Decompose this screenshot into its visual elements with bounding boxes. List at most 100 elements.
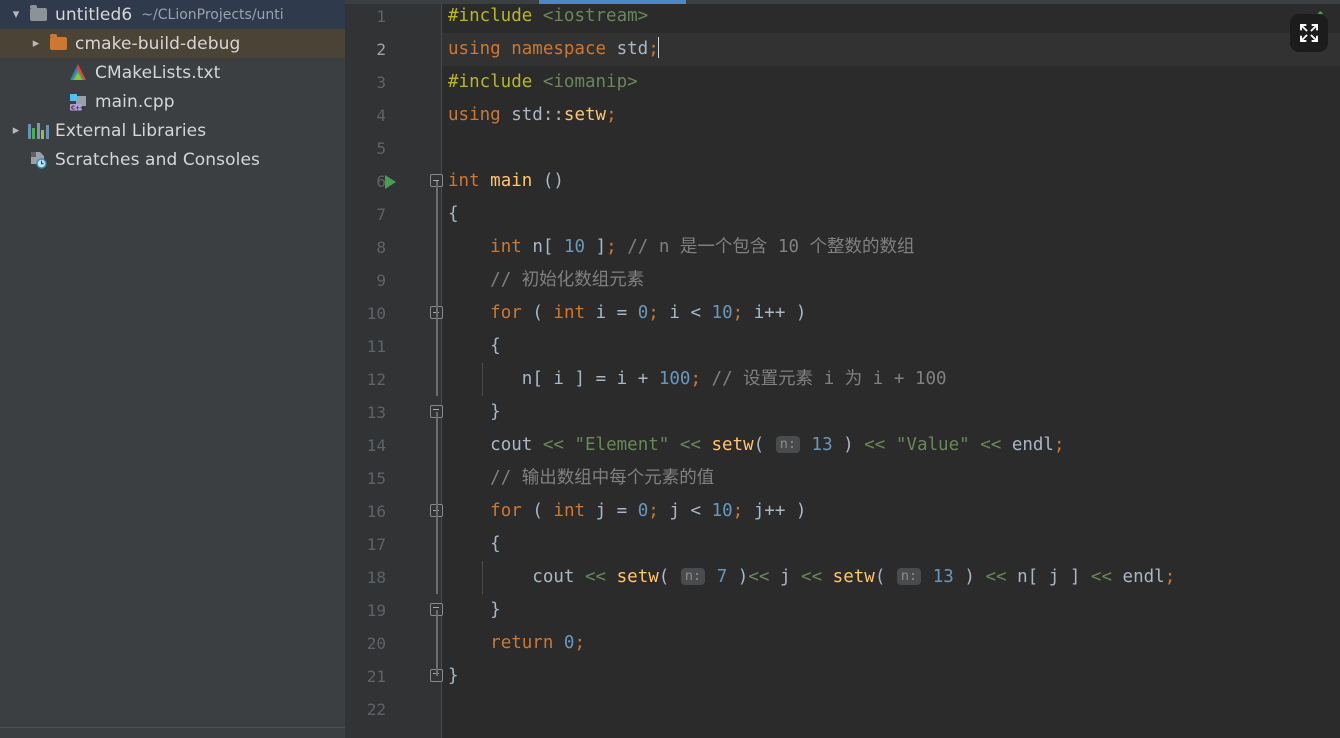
code-editor[interactable]: 1 #include <iostream> 2 using namespace … (345, 0, 1340, 738)
fold-guide-line (436, 264, 438, 297)
code-text[interactable] (442, 132, 1340, 165)
code-text[interactable]: return 0; (442, 627, 1340, 660)
line-number: 17 (366, 535, 386, 554)
chevron-down-icon[interactable]: ▾ (6, 8, 26, 21)
line-number: 7 (376, 205, 386, 224)
editor-tab-strip (345, 0, 1340, 4)
text-caret (657, 37, 660, 58)
fold-guide-line (436, 231, 438, 264)
line-number: 21 (366, 667, 386, 686)
code-text[interactable]: #include <iomanip> (442, 66, 1340, 99)
code-text[interactable]: int main () (442, 165, 1340, 198)
svg-text:C++: C++ (71, 105, 85, 111)
code-lines-container[interactable]: 1 #include <iostream> 2 using namespace … (345, 0, 1340, 738)
code-text[interactable]: for ( int j = 0; j < 10; j++ ) (442, 495, 1340, 528)
cpp-file-icon-svg: C++ (70, 93, 86, 111)
line-number: 22 (366, 700, 386, 719)
line-number: 10 (366, 304, 386, 323)
parameter-hint: n: (680, 567, 706, 585)
fold-guide-line (436, 495, 438, 528)
sidebar-bottom-divider (0, 727, 345, 738)
code-text[interactable]: int n[ 10 ]; // n 是一个包含 10 个整数的数组 (442, 231, 1340, 264)
code-line[interactable]: 5 (345, 132, 1340, 165)
fullscreen-expand-icon (1300, 24, 1318, 42)
fold-guide-line (436, 297, 438, 330)
sidebar-item-cmake-build-debug[interactable]: ▸ cmake-build-debug (0, 29, 345, 58)
chevron-right-icon[interactable]: ▸ (26, 37, 46, 50)
line-number: 2 (376, 40, 386, 59)
line-number: 5 (376, 139, 386, 158)
code-line[interactable]: 1 #include <iostream> (345, 0, 1340, 33)
scratches-icon-svg (30, 151, 47, 169)
chevron-right-icon[interactable]: ▸ (6, 124, 26, 137)
line-number: 4 (376, 106, 386, 125)
hint-value: 13 (811, 435, 833, 455)
tree-spacer: ▸ (6, 153, 26, 166)
sidebar-item-label: main.cpp (95, 91, 175, 112)
gutter-marks[interactable] (397, 594, 443, 627)
sidebar-item-main-cpp[interactable]: ▸ C++ main.cpp (0, 87, 345, 116)
code-text[interactable]: { (442, 528, 1340, 561)
fold-guide-line (436, 528, 438, 561)
fold-guide-line (436, 181, 438, 198)
gutter-marks (397, 330, 439, 363)
active-tab-indicator (539, 0, 686, 4)
line-number: 14 (366, 436, 386, 455)
libraries-icon (26, 122, 50, 139)
gutter-marks (397, 462, 439, 495)
gutter-marks (397, 264, 439, 297)
code-line[interactable]: 3 #include <iomanip> (345, 66, 1340, 99)
cmake-file-icon-svg (70, 64, 86, 80)
gutter-marks[interactable] (397, 396, 443, 429)
project-tree-panel[interactable]: ▾ untitled6 ~/CLionProjects/unti ▸ cmake… (0, 0, 345, 738)
code-line[interactable]: 6 int main () (345, 165, 1340, 198)
code-text[interactable]: } (442, 396, 1340, 429)
code-text[interactable]: using std::setw; (442, 99, 1340, 132)
sidebar-item-cmakelists[interactable]: ▸ CMakeLists.txt (0, 58, 345, 87)
sidebar-item-external-libraries[interactable]: ▸ External Libraries (0, 116, 345, 145)
gutter-marks (397, 528, 439, 561)
code-text[interactable]: { (442, 330, 1340, 363)
gutter-marks (397, 198, 439, 231)
code-text[interactable]: { (442, 198, 1340, 231)
code-text[interactable] (442, 693, 1340, 726)
tree-spacer: ▸ (46, 66, 66, 79)
code-line[interactable]: 4 using std::setw; (345, 99, 1340, 132)
sidebar-item-label: External Libraries (55, 120, 207, 141)
code-text[interactable]: cout << setw( n: 7 )<< j << setw( n: 13 … (442, 561, 1340, 594)
sidebar-item-label: cmake-build-debug (75, 33, 241, 54)
line-number: 3 (376, 73, 386, 92)
line-number: 19 (366, 601, 386, 620)
code-text[interactable]: using namespace std; (442, 33, 1340, 66)
gutter-marks (397, 231, 439, 264)
gutter-marks[interactable] (397, 495, 443, 528)
line-number: 16 (366, 502, 386, 521)
code-text[interactable]: #include <iostream> (442, 0, 1340, 33)
gutter-marks[interactable] (397, 297, 443, 330)
run-main-icon[interactable] (385, 175, 396, 189)
fullscreen-toggle-button[interactable] (1290, 14, 1328, 52)
fold-guide-line (436, 198, 438, 231)
code-text[interactable]: // 初始化数组元素 (442, 264, 1340, 297)
code-line[interactable]: 2 using namespace std; (345, 33, 1340, 66)
code-text[interactable]: } (442, 660, 1340, 693)
code-text[interactable]: } (442, 594, 1340, 627)
line-number: 18 (366, 568, 386, 587)
code-text[interactable]: cout << "Element" << setw( n: 13 ) << "V… (442, 429, 1340, 462)
fold-guide-line (436, 429, 438, 462)
sidebar-item-scratches-and-consoles[interactable]: ▸ Scratches and Consoles (0, 145, 345, 174)
tree-spacer: ▸ (46, 95, 66, 108)
gutter-marks[interactable] (397, 660, 443, 693)
hint-value: 13 (932, 567, 954, 587)
fold-guide-line (436, 627, 438, 660)
fold-guide-line (436, 561, 438, 594)
line-number: 12 (366, 370, 386, 389)
parameter-hint: n: (896, 567, 922, 585)
code-text[interactable]: for ( int i = 0; i < 10; i++ ) (442, 297, 1340, 330)
code-text[interactable]: // 输出数组中每个元素的值 (442, 462, 1340, 495)
code-text[interactable]: n[ i ] = i + 100; // 设置元素 i 为 i + 100 (442, 363, 1340, 396)
sidebar-item-untitled6[interactable]: ▾ untitled6 ~/CLionProjects/unti (0, 0, 345, 29)
gutter-marks[interactable] (385, 165, 443, 198)
folder-orange-icon (46, 34, 70, 50)
line-number: 9 (376, 271, 386, 290)
